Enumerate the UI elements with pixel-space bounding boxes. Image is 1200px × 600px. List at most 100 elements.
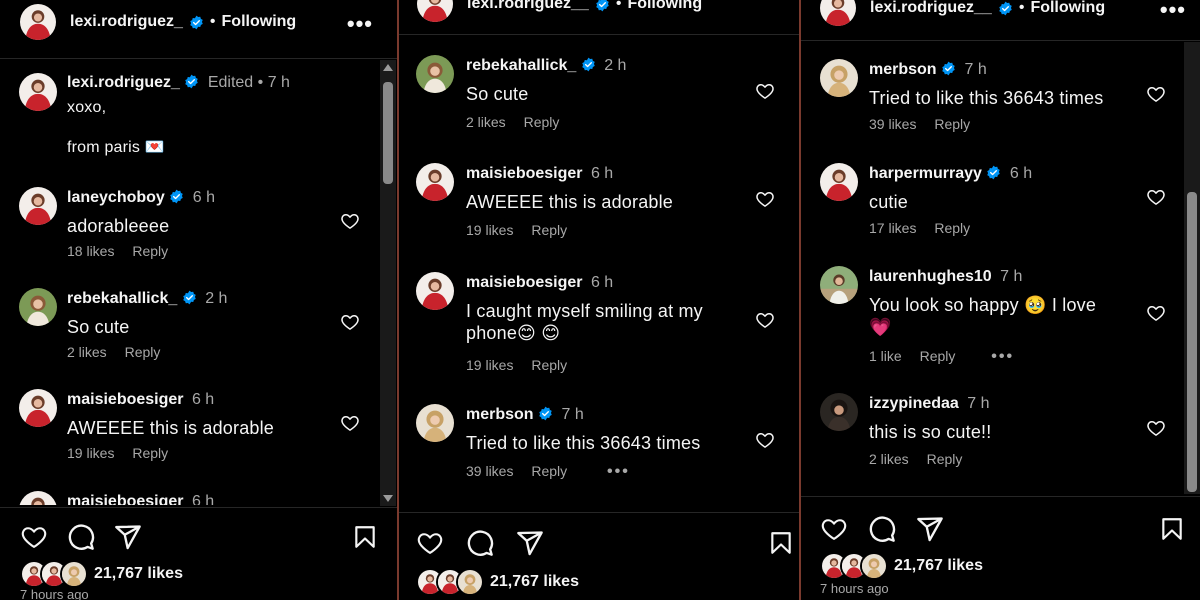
comment-username[interactable]: laurenhughes10 bbox=[869, 268, 992, 285]
comments-scrollbar[interactable] bbox=[1184, 42, 1200, 494]
like-heart-icon[interactable] bbox=[1146, 418, 1166, 438]
likes-count[interactable]: 21,767 likes bbox=[894, 557, 983, 575]
comment-likes[interactable]: 1 like bbox=[869, 348, 902, 364]
like-heart-icon[interactable] bbox=[416, 529, 444, 557]
comment-likes[interactable]: 19 likes bbox=[466, 357, 513, 373]
comment-likes[interactable]: 2 likes bbox=[466, 114, 506, 130]
more-options-icon[interactable]: ••• bbox=[1160, 0, 1186, 23]
header-username[interactable]: lexi.rodriguez_ bbox=[70, 13, 183, 31]
avatar[interactable] bbox=[417, 0, 453, 22]
share-icon[interactable] bbox=[114, 523, 142, 551]
avatar[interactable] bbox=[820, 393, 858, 431]
comment-icon[interactable] bbox=[466, 529, 494, 557]
comment-likes[interactable]: 2 likes bbox=[67, 344, 107, 360]
following-button[interactable]: Following bbox=[1030, 0, 1105, 17]
verified-icon bbox=[986, 165, 1001, 180]
share-icon[interactable] bbox=[516, 529, 544, 557]
scroll-down-arrow[interactable] bbox=[383, 495, 393, 502]
avatar[interactable] bbox=[416, 55, 454, 93]
scroll-thumb[interactable] bbox=[1187, 192, 1197, 492]
avatar[interactable] bbox=[20, 4, 56, 40]
following-button[interactable]: Following bbox=[222, 13, 297, 31]
like-heart-icon[interactable] bbox=[340, 413, 360, 433]
comment-likes[interactable]: 17 likes bbox=[869, 220, 916, 236]
comment-likes[interactable]: 2 likes bbox=[869, 451, 909, 467]
avatar[interactable] bbox=[416, 404, 454, 442]
comment-text: AWEEEE this is adorable bbox=[67, 418, 275, 438]
comment-likes[interactable]: 19 likes bbox=[67, 445, 114, 461]
scroll-thumb[interactable] bbox=[383, 82, 393, 184]
likes-summary[interactable]: 21,767 likes bbox=[20, 560, 183, 588]
likes-summary[interactable]: 21,767 likes bbox=[416, 568, 579, 596]
header-username[interactable]: lexi.rodriguez__ bbox=[870, 0, 992, 17]
comment-username[interactable]: rebekahallick_ bbox=[466, 57, 576, 74]
comment-username[interactable]: laneychoboy bbox=[67, 189, 165, 206]
avatar[interactable] bbox=[820, 59, 858, 97]
comment-more-icon[interactable]: ••• bbox=[607, 463, 630, 480]
comment-username[interactable]: merbson bbox=[869, 61, 937, 78]
avatar[interactable] bbox=[19, 73, 57, 111]
like-heart-icon[interactable] bbox=[755, 310, 775, 330]
comment-likes[interactable]: 39 likes bbox=[466, 463, 513, 479]
comment-username[interactable]: izzypinedaa bbox=[869, 395, 959, 412]
reply-button[interactable]: Reply bbox=[524, 114, 560, 130]
comments-scrollbar[interactable] bbox=[380, 60, 396, 506]
avatar[interactable] bbox=[19, 187, 57, 225]
avatar[interactable] bbox=[416, 272, 454, 310]
avatar[interactable] bbox=[19, 288, 57, 326]
like-heart-icon[interactable] bbox=[820, 515, 848, 543]
reply-button[interactable]: Reply bbox=[934, 220, 970, 236]
comment-username[interactable]: maisieboesiger bbox=[67, 391, 184, 408]
likes-count[interactable]: 21,767 likes bbox=[490, 573, 579, 591]
comment-text-line-2: phone😊 😊 bbox=[466, 323, 561, 343]
scroll-up-arrow[interactable] bbox=[383, 64, 393, 71]
reply-button[interactable]: Reply bbox=[531, 357, 567, 373]
comment-username[interactable]: maisieboesiger bbox=[466, 165, 583, 182]
comment-username[interactable]: maisieboesiger bbox=[67, 493, 184, 505]
verified-icon bbox=[189, 15, 204, 30]
reply-button[interactable]: Reply bbox=[920, 348, 956, 364]
like-heart-icon[interactable] bbox=[1146, 303, 1166, 323]
save-bookmark-icon[interactable] bbox=[352, 524, 378, 550]
save-bookmark-icon[interactable] bbox=[768, 530, 794, 556]
comment-likes[interactable]: 19 likes bbox=[466, 222, 513, 238]
reply-button[interactable]: Reply bbox=[132, 445, 168, 461]
like-heart-icon[interactable] bbox=[755, 189, 775, 209]
comment-username[interactable]: harpermurrayy bbox=[869, 165, 982, 182]
reply-button[interactable]: Reply bbox=[132, 243, 168, 259]
comment-likes[interactable]: 39 likes bbox=[869, 116, 916, 132]
comment-icon[interactable] bbox=[67, 523, 95, 551]
like-heart-icon[interactable] bbox=[20, 523, 48, 551]
comment-username[interactable]: rebekahallick_ bbox=[67, 290, 177, 307]
reply-button[interactable]: Reply bbox=[125, 344, 161, 360]
avatar[interactable] bbox=[820, 163, 858, 201]
likes-count[interactable]: 21,767 likes bbox=[94, 565, 183, 583]
like-heart-icon[interactable] bbox=[1146, 84, 1166, 104]
like-heart-icon[interactable] bbox=[340, 211, 360, 231]
reply-button[interactable]: Reply bbox=[934, 116, 970, 132]
avatar[interactable] bbox=[820, 0, 856, 26]
header-username[interactable]: lexi.rodriguez__ bbox=[467, 0, 589, 13]
share-icon[interactable] bbox=[916, 515, 944, 543]
comment-icon[interactable] bbox=[868, 515, 896, 543]
reply-button[interactable]: Reply bbox=[531, 222, 567, 238]
avatar[interactable] bbox=[19, 491, 57, 505]
comment-username[interactable]: maisieboesiger bbox=[466, 274, 583, 291]
comment-more-icon[interactable]: ••• bbox=[991, 348, 1014, 365]
like-heart-icon[interactable] bbox=[755, 81, 775, 101]
likes-summary[interactable]: 21,767 likes bbox=[820, 552, 983, 580]
avatar[interactable] bbox=[820, 266, 858, 304]
comment-username[interactable]: merbson bbox=[466, 406, 534, 423]
following-button[interactable]: Following bbox=[627, 0, 702, 13]
like-heart-icon[interactable] bbox=[1146, 187, 1166, 207]
caption-username[interactable]: lexi.rodriguez_ bbox=[67, 74, 180, 91]
save-bookmark-icon[interactable] bbox=[1159, 516, 1185, 542]
reply-button[interactable]: Reply bbox=[927, 451, 963, 467]
avatar[interactable] bbox=[416, 163, 454, 201]
avatar[interactable] bbox=[19, 389, 57, 427]
like-heart-icon[interactable] bbox=[340, 312, 360, 332]
comment-likes[interactable]: 18 likes bbox=[67, 243, 114, 259]
more-options-icon[interactable]: ••• bbox=[347, 11, 373, 37]
like-heart-icon[interactable] bbox=[755, 430, 775, 450]
reply-button[interactable]: Reply bbox=[531, 463, 567, 479]
